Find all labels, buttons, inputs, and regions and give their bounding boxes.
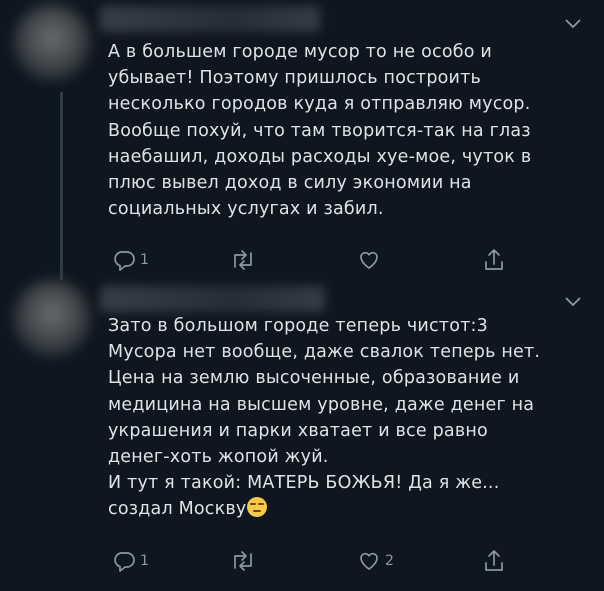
chevron-down-icon[interactable] bbox=[564, 296, 582, 308]
tweet-text: Зато в большом городе теперь чистот:3 Му… bbox=[108, 313, 588, 523]
retweet-button[interactable] bbox=[230, 548, 260, 574]
reply-icon bbox=[114, 552, 135, 572]
tweet-text: А в большем городе мусор то не особо и у… bbox=[108, 42, 532, 220]
tweet-1[interactable]: А в большем городе мусор то не особо и у… bbox=[0, 0, 604, 290]
share-icon bbox=[485, 550, 503, 571]
like-count: 2 bbox=[385, 553, 394, 569]
tweet-text-content: Зато в большом городе теперь чистот:3 Му… bbox=[108, 316, 541, 520]
author-name-blurred bbox=[100, 286, 325, 312]
avatar[interactable] bbox=[14, 280, 90, 356]
like-button[interactable]: 2 bbox=[357, 548, 394, 574]
reply-button[interactable]: 1 bbox=[112, 548, 149, 574]
thread-line bbox=[60, 92, 63, 280]
expressionless-face-emoji bbox=[247, 497, 268, 518]
like-icon bbox=[360, 251, 378, 269]
like-icon bbox=[360, 552, 378, 570]
reply-icon bbox=[114, 251, 135, 271]
tweet-actions: 1 bbox=[108, 247, 528, 273]
retweet-icon bbox=[234, 250, 252, 270]
retweet-button[interactable] bbox=[230, 247, 260, 273]
share-button[interactable] bbox=[482, 548, 506, 574]
chevron-down-icon[interactable] bbox=[564, 18, 582, 30]
tweet-actions: 1 2 bbox=[108, 548, 528, 574]
avatar[interactable] bbox=[14, 4, 90, 80]
share-icon bbox=[485, 249, 503, 270]
reply-button[interactable]: 1 bbox=[112, 247, 149, 273]
retweet-icon bbox=[234, 551, 252, 571]
reply-count: 1 bbox=[140, 553, 149, 569]
author-name-blurred bbox=[100, 6, 320, 32]
reply-count: 1 bbox=[140, 252, 149, 268]
share-button[interactable] bbox=[482, 247, 506, 273]
tweet-2[interactable]: Зато в большом городе теперь чистот:3 Му… bbox=[0, 280, 604, 591]
like-button[interactable] bbox=[357, 247, 385, 273]
